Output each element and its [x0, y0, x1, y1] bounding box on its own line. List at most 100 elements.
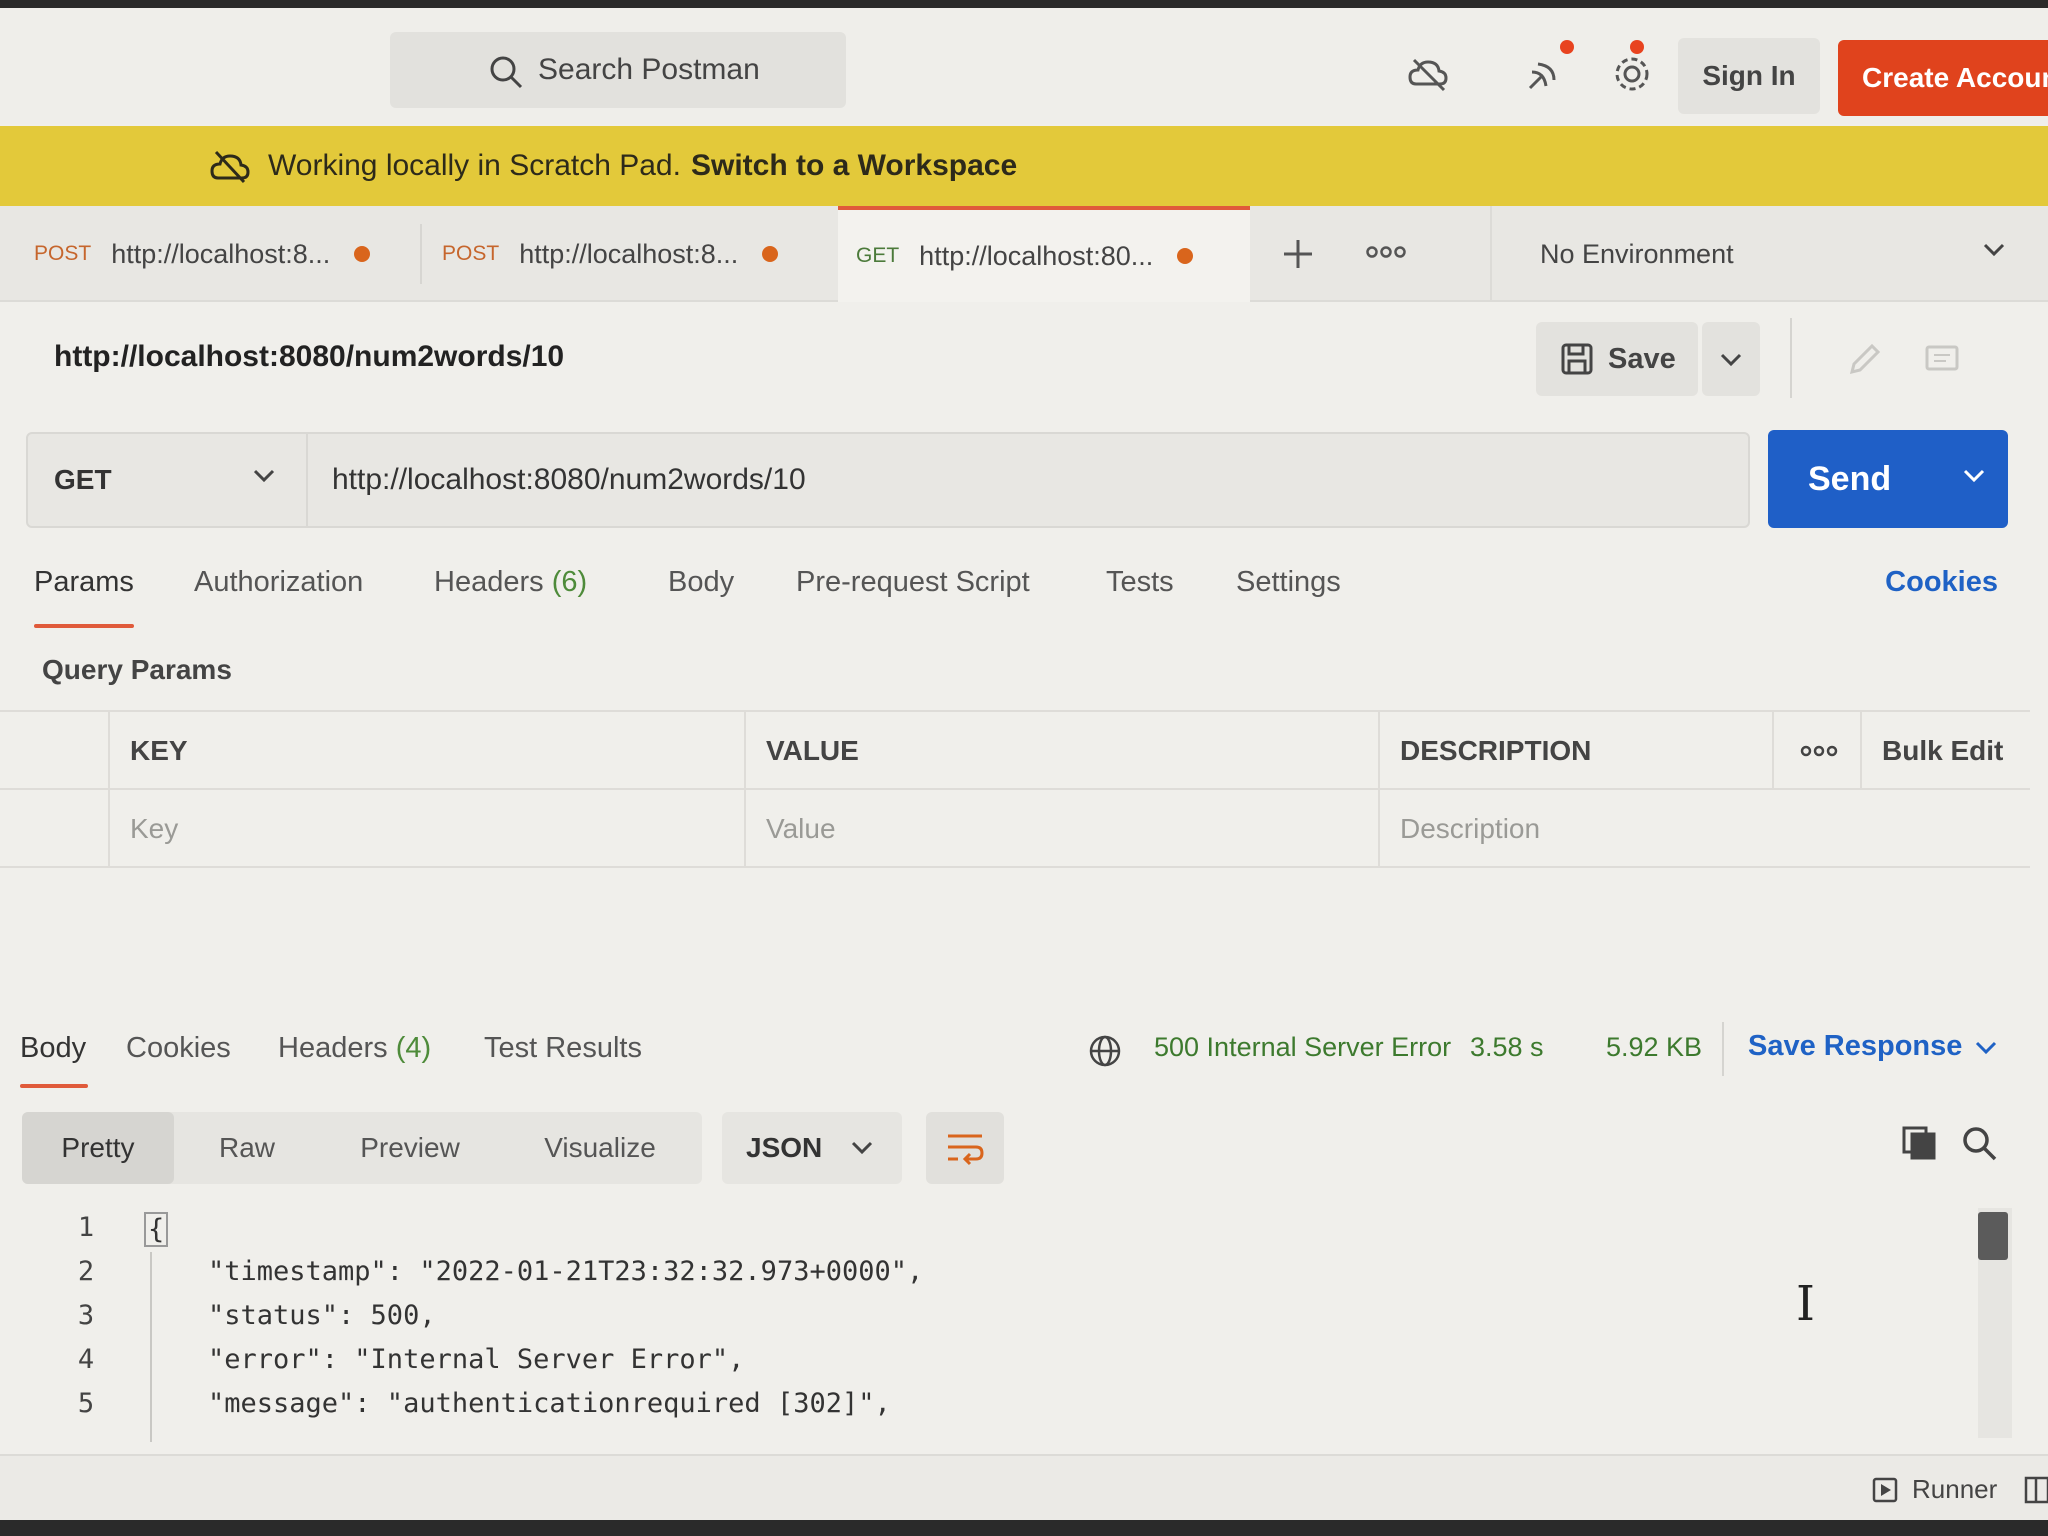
- method-label: GET: [54, 464, 112, 495]
- comment-icon[interactable]: [1924, 344, 1960, 378]
- request-name[interactable]: http://localhost:8080/num2words/10: [54, 340, 564, 374]
- notification-dot: [1560, 40, 1574, 54]
- pencil-icon[interactable]: [1846, 342, 1882, 378]
- tab-headers[interactable]: Headers (6): [434, 566, 587, 599]
- tab-method: POST: [442, 242, 500, 265]
- more-tabs-icon[interactable]: [1366, 244, 1406, 260]
- tab-settings[interactable]: Settings: [1236, 566, 1341, 599]
- chevron-down-icon: [1720, 353, 1742, 367]
- wrap-lines-button[interactable]: [926, 1112, 1004, 1184]
- tab-params[interactable]: Params: [34, 566, 134, 599]
- view-visualize[interactable]: Visualize: [510, 1112, 690, 1184]
- tab-method: POST: [34, 242, 92, 265]
- url-bar: GET http://localhost:8080/num2words/10: [26, 432, 1750, 528]
- value-input[interactable]: Value: [744, 790, 1378, 868]
- method-selector[interactable]: GET: [28, 434, 308, 526]
- column-options-button[interactable]: [1772, 712, 1860, 790]
- description-input[interactable]: Description: [1378, 790, 2030, 868]
- response-size[interactable]: 5.92 KB: [1606, 1032, 1702, 1063]
- line-number: 5: [77, 1388, 95, 1419]
- tab-headers-label: Headers: [434, 566, 544, 598]
- search-icon[interactable]: [1960, 1124, 1998, 1162]
- query-params-table: KEY VALUE DESCRIPTION Bulk Edit Key Valu…: [0, 710, 2030, 870]
- save-label: Save: [1608, 342, 1676, 375]
- save-icon: [1561, 343, 1593, 375]
- format-label: JSON: [746, 1132, 823, 1163]
- code-line: 5 "message": "authenticationrequired [30…: [0, 1388, 1960, 1432]
- bulk-edit-button[interactable]: Bulk Edit: [1860, 712, 2030, 790]
- response-tab-test-results[interactable]: Test Results: [484, 1032, 642, 1065]
- send-button[interactable]: Send: [1768, 430, 2008, 528]
- plus-icon[interactable]: [1282, 238, 1314, 270]
- search-bar[interactable]: Search Postman: [390, 32, 846, 108]
- request-section-tabs: Params Authorization Headers (6) Body Pr…: [0, 556, 2048, 628]
- response-headers-label: Headers: [278, 1032, 388, 1064]
- code-line: 1 {: [0, 1212, 1960, 1256]
- response-headers-count: (4): [395, 1032, 432, 1064]
- search-placeholder: Search Postman: [538, 53, 760, 86]
- unsaved-dot: [1177, 248, 1194, 264]
- runner-button[interactable]: Runner: [1872, 1474, 1997, 1505]
- url-input[interactable]: http://localhost:8080/num2words/10: [332, 434, 806, 526]
- status-code[interactable]: 500 Internal Server Error: [1154, 1032, 1451, 1063]
- line-number: 1: [77, 1212, 95, 1243]
- two-pane-icon[interactable]: [2024, 1476, 2048, 1504]
- more-options-icon: [1800, 745, 1838, 757]
- request-tab-3[interactable]: GET http://localhost:80...: [838, 206, 1250, 302]
- environment-label: No Environment: [1540, 238, 1734, 269]
- key-input[interactable]: Key: [108, 790, 744, 868]
- chevron-down-icon: [1983, 243, 2005, 257]
- copy-icon[interactable]: [1900, 1124, 1938, 1162]
- globe-icon[interactable]: [1088, 1034, 1122, 1068]
- response-body-editor[interactable]: 1 { 2 "timestamp": "2022-01-21T23:32:32.…: [0, 1212, 1960, 1442]
- save-response-label: Save Response: [1748, 1030, 1963, 1062]
- cloud-offline-icon: [210, 150, 250, 184]
- unsaved-dot: [354, 246, 371, 262]
- cookies-link[interactable]: Cookies: [1885, 566, 1998, 599]
- format-selector[interactable]: JSON: [722, 1112, 902, 1184]
- active-tab-indicator: [20, 1084, 88, 1088]
- headers-count: (6): [551, 566, 588, 598]
- vertical-scrollbar[interactable]: [1978, 1208, 2012, 1438]
- switch-workspace-link[interactable]: Switch to a Workspace: [691, 149, 1017, 183]
- tab-body[interactable]: Body: [668, 566, 734, 599]
- postman-window: Search Postman Sign In Create Account Wo…: [0, 8, 2048, 1520]
- search-icon: [490, 56, 523, 89]
- sign-in-button[interactable]: Sign In: [1678, 38, 1820, 114]
- save-response-button[interactable]: Save Response: [1748, 1030, 1997, 1063]
- settings-notification-dot: [1630, 40, 1644, 54]
- tab-url: http://localhost:8...: [111, 238, 331, 269]
- save-options-dropdown[interactable]: [1702, 322, 1760, 396]
- tab-authorization[interactable]: Authorization: [194, 566, 363, 599]
- response-header-bar: Body Cookies Headers (4) Test Results 50…: [0, 1008, 2048, 1088]
- unsaved-dot: [762, 246, 779, 262]
- gear-icon[interactable]: [1610, 52, 1654, 96]
- save-button[interactable]: Save: [1536, 322, 1698, 396]
- code-text: "status": 500,: [208, 1300, 436, 1331]
- table-header-row: KEY VALUE DESCRIPTION Bulk Edit: [0, 712, 2030, 790]
- view-preview[interactable]: Preview: [322, 1112, 498, 1184]
- code-line: 4 "error": "Internal Server Error",: [0, 1344, 1960, 1388]
- view-pretty[interactable]: Pretty: [22, 1112, 174, 1184]
- cloud-offline-icon[interactable]: [1406, 52, 1450, 96]
- response-tab-headers[interactable]: Headers (4): [278, 1032, 431, 1065]
- response-tab-body[interactable]: Body: [20, 1032, 86, 1065]
- request-tab-2[interactable]: POST http://localhost:8...: [442, 206, 779, 302]
- tab-pre-request-script[interactable]: Pre-request Script: [796, 566, 1030, 599]
- response-tab-cookies[interactable]: Cookies: [126, 1032, 231, 1065]
- satellite-icon[interactable]: [1522, 52, 1566, 96]
- status-footer: Runner: [0, 1454, 2048, 1520]
- request-tab-1[interactable]: POST http://localhost:8...: [34, 206, 371, 302]
- tab-url: http://localhost:80...: [919, 240, 1154, 271]
- environment-selector[interactable]: No Environment: [1490, 206, 2030, 302]
- view-raw[interactable]: Raw: [192, 1112, 302, 1184]
- tab-tests[interactable]: Tests: [1106, 566, 1174, 599]
- create-account-button[interactable]: Create Account: [1838, 40, 2048, 116]
- response-time[interactable]: 3.58 s: [1470, 1032, 1544, 1063]
- line-number: 3: [77, 1300, 95, 1331]
- chevron-down-icon: [851, 1141, 873, 1155]
- description-column-header: DESCRIPTION: [1378, 712, 1772, 790]
- tab-url: http://localhost:8...: [519, 238, 739, 269]
- scrollbar-thumb[interactable]: [1978, 1212, 2008, 1260]
- send-label: Send: [1808, 459, 1892, 498]
